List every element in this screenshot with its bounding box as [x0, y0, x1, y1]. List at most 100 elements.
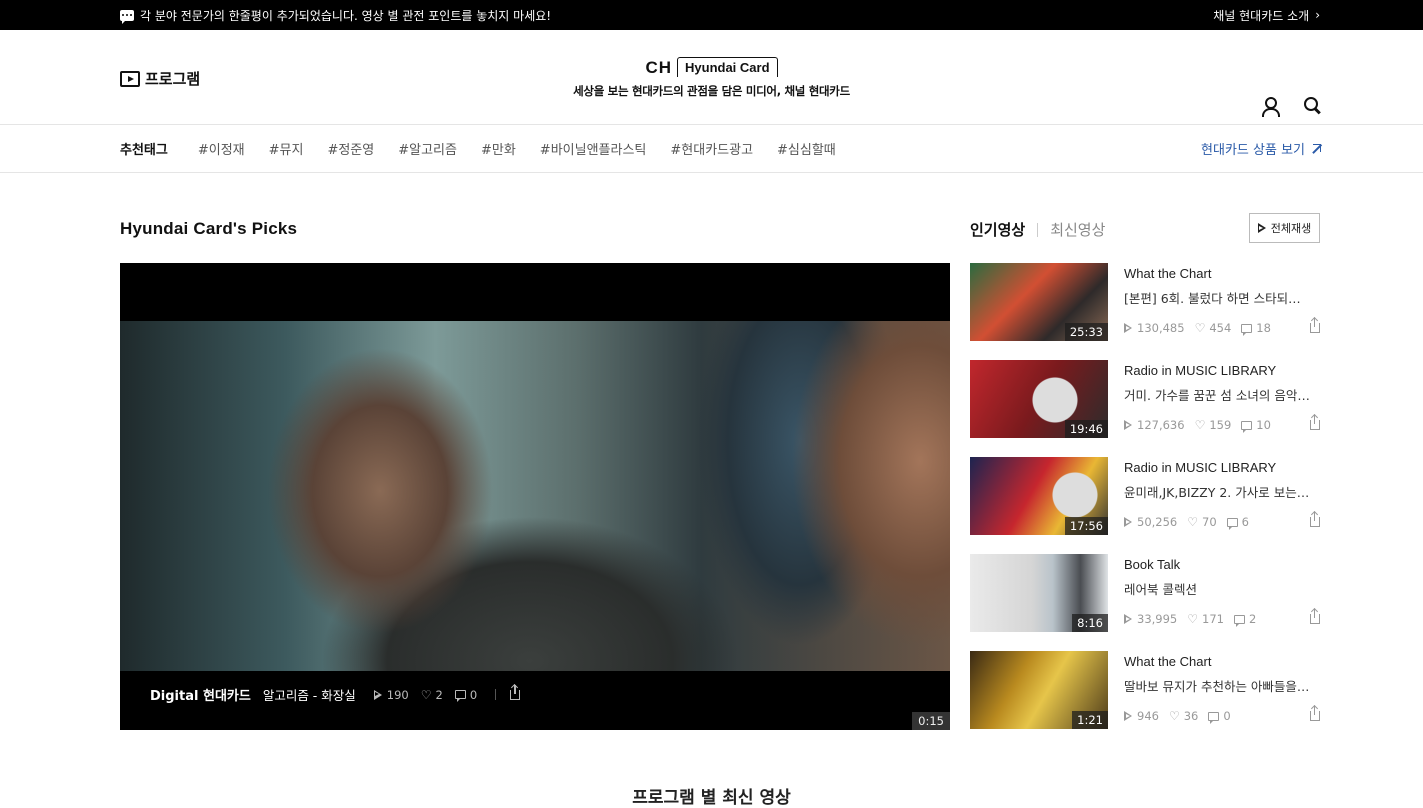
play-icon [373, 689, 383, 700]
site-logo[interactable]: CH Hyundai Card 세상을 보는 현대카드의 관점을 담은 미디어,… [0, 57, 1423, 99]
video-stats: 33,995 ♡ 171 2 [1124, 609, 1320, 627]
play-icon [1124, 517, 1133, 527]
comments-stat[interactable]: 0 [454, 687, 478, 702]
likes-stat[interactable]: ♡ 36 [1169, 709, 1198, 723]
share-button[interactable] [1310, 318, 1320, 333]
comment-icon [454, 690, 466, 702]
search-icon[interactable] [1303, 96, 1321, 116]
share-button[interactable] [1310, 609, 1320, 624]
video-duration: 0:15 [912, 712, 950, 730]
logo-ch: CH [645, 58, 673, 77]
likes-count: 2 [435, 687, 443, 702]
heart-icon: ♡ [1194, 321, 1206, 335]
list-item[interactable]: 17:56 Radio in MUSIC LIBRARY 윤미래,JK,BIZZ… [970, 457, 1320, 554]
video-program: Book Talk [1124, 557, 1181, 572]
video-program: What the Chart [1124, 266, 1212, 281]
player-info-bar: Digital 현대카드 알고리즘 - 화장실 190 ♡ 2 0 0:15 [120, 671, 950, 730]
play-icon [1124, 323, 1133, 333]
comments-count: 0 [469, 687, 478, 702]
video-frame[interactable] [120, 321, 950, 671]
play-icon [1257, 223, 1267, 233]
video-duration: 1:21 [1072, 711, 1108, 729]
video-stats: 130,485 ♡ 454 18 [1124, 318, 1320, 336]
tab-popular[interactable]: 인기영상 [970, 219, 1025, 240]
tag-item[interactable]: #뮤지 [269, 139, 304, 158]
comments-count: 0 [1223, 709, 1231, 723]
heart-icon: ♡ [1187, 515, 1199, 529]
product-link[interactable]: 현대카드 상품 보기 [1201, 139, 1321, 158]
views-count: 130,485 [1137, 321, 1185, 335]
list-item[interactable]: 25:33 What the Chart [본편] 6회. 불렀다 하면 스타되… [970, 263, 1320, 360]
likes-stat[interactable]: ♡ 454 [1195, 321, 1232, 335]
player-title[interactable]: 알고리즘 - 화장실 [263, 685, 356, 704]
list-item[interactable]: 1:21 What the Chart 딸바보 뮤지가 추천하는 아빠들을 위한… [970, 651, 1320, 748]
heart-icon: ♡ [420, 687, 432, 702]
video-thumbnail[interactable]: 25:33 [970, 263, 1108, 341]
tag-item[interactable]: #정준영 [327, 139, 374, 158]
video-title[interactable]: 딸바보 뮤지가 추천하는 아빠들을 위한 노래 [1124, 676, 1312, 695]
comments-stat[interactable]: 6 [1226, 515, 1249, 530]
video-title[interactable]: [본편] 6회. 불렀다 하면 스타되는 노래방 명곡 [1124, 288, 1312, 307]
share-button[interactable] [1310, 415, 1320, 430]
tag-item[interactable]: #심심할때 [777, 139, 836, 158]
logo-mark: CH Hyundai Card [645, 57, 778, 77]
comments-stat[interactable]: 10 [1241, 418, 1271, 433]
product-link-label: 현대카드 상품 보기 [1201, 143, 1305, 158]
views-stat: 130,485 [1124, 321, 1185, 335]
user-icon[interactable] [1261, 96, 1280, 117]
views-count: 127,636 [1137, 418, 1185, 432]
recommended-tags-bar: 추천태그 #이정재 #뮤지 #정준영 #알고리즘 #만화 #바이닐앤플라스틱 #… [0, 125, 1423, 173]
likes-stat[interactable]: ♡ 2 [421, 688, 443, 702]
share-button[interactable] [1310, 706, 1320, 721]
video-thumbnail[interactable]: 17:56 [970, 457, 1108, 535]
video-tabs: 인기영상 최신영상 [970, 219, 1105, 240]
comments-count: 18 [1256, 321, 1271, 335]
views-stat: 33,995 [1124, 612, 1177, 626]
heart-icon: ♡ [1168, 709, 1180, 723]
views-count: 33,995 [1137, 612, 1178, 626]
likes-stat[interactable]: ♡ 70 [1187, 515, 1216, 529]
tag-item[interactable]: #바이닐앤플라스틱 [540, 139, 647, 158]
likes-count: 36 [1183, 709, 1199, 723]
comments-stat[interactable]: 2 [1233, 612, 1256, 627]
video-title[interactable]: 윤미래,JK,BIZZY 2. 가사로 보는 힙합 [1124, 482, 1312, 501]
featured-video-player[interactable]: Digital 현대카드 알고리즘 - 화장실 190 ♡ 2 0 0:15 [120, 263, 950, 730]
video-duration: 19:46 [1064, 420, 1108, 438]
list-item[interactable]: 8:16 Book Talk 레어북 콜렉션 33,995 ♡ 171 2 [970, 554, 1320, 651]
channel-about-link[interactable]: 채널 현대카드 소개 › [1213, 7, 1320, 24]
video-thumbnail[interactable]: 8:16 [970, 554, 1108, 632]
share-button[interactable] [1310, 512, 1320, 527]
share-icon [1310, 318, 1320, 333]
notice: 각 분야 전문가의 한줄평이 추가되었습니다. 영상 별 관전 포인트를 놓치지… [120, 7, 551, 24]
likes-count: 159 [1209, 418, 1232, 432]
section-title: 프로그램 별 최신 영상 [632, 788, 791, 808]
tag-item[interactable]: #알고리즘 [398, 139, 457, 158]
likes-stat[interactable]: ♡ 159 [1195, 418, 1232, 432]
video-title[interactable]: 거미. 가수를 꿈꾼 섬 소녀의 음악 이야기 [1124, 385, 1312, 404]
likes-count: 70 [1202, 515, 1217, 529]
logo-brand: Hyundai Card [677, 57, 778, 77]
views-stat: 127,636 [1124, 418, 1185, 432]
video-thumbnail[interactable]: 1:21 [970, 651, 1108, 729]
tag-item[interactable]: #이정재 [198, 139, 245, 158]
list-item[interactable]: 19:46 Radio in MUSIC LIBRARY 거미. 가수를 꿈꾼 … [970, 360, 1320, 457]
play-all-button[interactable]: 전체재생 [1249, 213, 1320, 243]
comments-stat[interactable]: 18 [1241, 321, 1271, 336]
player-info: Digital 현대카드 알고리즘 - 화장실 190 ♡ 2 0 [150, 684, 532, 704]
likes-count: 454 [1209, 321, 1232, 335]
tagline: 세상을 보는 현대카드의 관점을 담은 미디어, 채널 현대카드 [573, 84, 850, 98]
tab-latest[interactable]: 최신영상 [1050, 219, 1105, 240]
top-notice-bar: 각 분야 전문가의 한줄평이 추가되었습니다. 영상 별 관전 포인트를 놓치지… [0, 0, 1423, 30]
tag-item[interactable]: #만화 [481, 139, 516, 158]
video-program: Radio in MUSIC LIBRARY [1124, 460, 1277, 475]
video-thumbnail[interactable]: 19:46 [970, 360, 1108, 438]
likes-stat[interactable]: ♡ 171 [1187, 612, 1224, 626]
video-meta: Book Talk 레어북 콜렉션 [1124, 557, 1320, 598]
video-duration: 17:56 [1064, 517, 1108, 535]
comments-stat[interactable]: 0 [1208, 709, 1231, 724]
share-button[interactable] [510, 684, 521, 700]
channel-about-label: 채널 현대카드 소개 [1213, 8, 1310, 23]
video-title[interactable]: 레어북 콜렉션 [1124, 579, 1312, 598]
tag-item[interactable]: #현대카드광고 [670, 139, 753, 158]
tab-divider [1037, 222, 1039, 237]
